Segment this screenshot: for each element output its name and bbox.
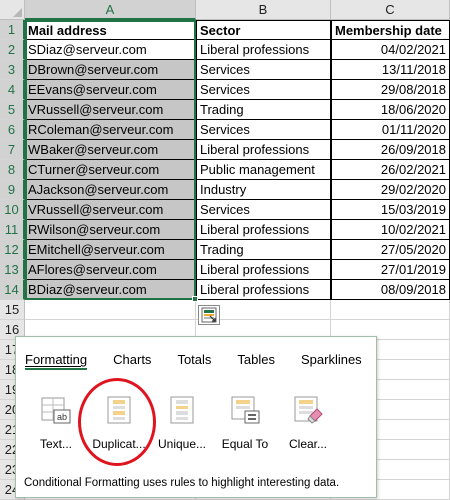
table-cell[interactable]: Industry [196,180,331,200]
text-contains-button[interactable]: ab Text... [26,392,86,452]
table-header-cell[interactable]: Sector [196,20,331,40]
tab-formatting[interactable]: Formatting [25,352,88,370]
svg-text:ab: ab [57,412,67,422]
table-cell[interactable]: WBaker@serveur.com [25,140,196,160]
table-cell[interactable]: Public management [196,160,331,180]
table-cell[interactable]: 27/01/2019 [331,260,450,280]
unique-values-icon [170,396,194,424]
row-header-1[interactable]: 1 [0,20,25,40]
clear-format-button[interactable]: Clear... [278,392,338,452]
table-cell[interactable]: Liberal professions [196,220,331,240]
text-contains-icon: ab [41,397,71,424]
duplicate-values-label: Duplicat... [92,437,146,451]
table-cell[interactable]: Services [196,120,331,140]
row-header-10[interactable]: 10 [0,200,25,220]
row-header-15[interactable]: 15 [0,300,25,320]
table-cell[interactable]: AJackson@serveur.com [25,180,196,200]
column-header-c[interactable]: C [331,0,450,20]
table-cell[interactable]: EMitchell@serveur.com [25,240,196,260]
table-cell[interactable]: SDiaz@serveur.com [25,40,196,60]
row-header-7[interactable]: 7 [0,140,25,160]
table-cell[interactable]: 29/08/2018 [331,80,450,100]
table-cell[interactable]: EEvans@serveur.com [25,80,196,100]
table-cell[interactable]: VRussell@serveur.com [25,100,196,120]
table-cell[interactable]: 04/02/2021 [331,40,450,60]
tab-tables[interactable]: Tables [237,352,275,370]
equal-to-icon [231,396,260,424]
tab-totals[interactable]: Totals [177,352,211,370]
row-header-8[interactable]: 8 [0,160,25,180]
table-cell[interactable]: CTurner@serveur.com [25,160,196,180]
row-header-2[interactable]: 2 [0,40,25,60]
table-cell[interactable]: Liberal professions [196,40,331,60]
row-header-14[interactable]: 14 [0,280,25,300]
quick-analysis-button[interactable] [198,305,220,325]
row-header-13[interactable]: 13 [0,260,25,280]
tab-sparklines[interactable]: Sparklines [301,352,362,370]
column-header-a[interactable]: A [25,0,196,20]
table-cell[interactable]: Liberal professions [196,280,331,300]
table-cell[interactable]: 26/09/2018 [331,140,450,160]
row-header-11[interactable]: 11 [0,220,25,240]
table-cell[interactable]: 26/02/2021 [331,160,450,180]
table-cell[interactable]: BDiaz@serveur.com [25,280,196,300]
row-header-12[interactable]: 12 [0,240,25,260]
table-cell[interactable]: Services [196,60,331,80]
equal-to-label: Equal To [221,437,269,451]
equal-to-button[interactable]: Equal To [215,392,275,452]
unique-values-label: Unique... [157,437,207,451]
quick-analysis-panel: Formatting Charts Totals Tables Sparklin… [15,336,377,498]
table-cell[interactable]: 15/03/2019 [331,200,450,220]
table-cell[interactable]: DBrown@serveur.com [25,60,196,80]
table-cell[interactable]: 27/05/2020 [331,240,450,260]
table-cell[interactable]: RColeman@serveur.com [25,120,196,140]
table-header-cell[interactable]: Membership date [331,20,450,40]
empty-cell[interactable] [331,300,450,320]
table-cell[interactable]: 13/11/2018 [331,60,450,80]
table-cell[interactable]: RWilson@serveur.com [25,220,196,240]
table-cell[interactable]: Trading [196,100,331,120]
empty-cell[interactable] [25,300,196,320]
table-cell[interactable]: Services [196,200,331,220]
clear-format-icon [294,396,323,424]
table-cell[interactable]: 10/02/2021 [331,220,450,240]
table-cell[interactable]: 18/06/2020 [331,100,450,120]
select-all-corner[interactable] [0,0,25,20]
table-cell[interactable]: 01/11/2020 [331,120,450,140]
clear-format-label: Clear... [288,437,327,451]
table-cell[interactable]: 29/02/2020 [331,180,450,200]
duplicate-values-button[interactable]: Duplicat... [89,392,149,452]
row-header-6[interactable]: 6 [0,120,25,140]
quick-analysis-icon [201,307,217,323]
row-header-3[interactable]: 3 [0,60,25,80]
fill-handle[interactable] [192,296,198,302]
table-cell[interactable]: Services [196,80,331,100]
table-cell[interactable]: Liberal professions [196,260,331,280]
text-contains-label: Text... [39,437,72,451]
quick-analysis-tabs: Formatting Charts Totals Tables Sparklin… [25,352,388,370]
table-cell[interactable]: Liberal professions [196,140,331,160]
table-cell[interactable]: AFlores@serveur.com [25,260,196,280]
table-cell[interactable]: VRussell@serveur.com [25,200,196,220]
formatting-options: ab Text... Duplicat... Unique... Equal T… [26,392,341,452]
unique-values-button[interactable]: Unique... [152,392,212,452]
row-header-9[interactable]: 9 [0,180,25,200]
tab-charts[interactable]: Charts [113,352,151,370]
table-header-cell[interactable]: Mail address [25,20,196,40]
row-header-4[interactable]: 4 [0,80,25,100]
panel-description: Conditional Formatting uses rules to hig… [24,477,340,489]
duplicate-values-icon [107,396,131,424]
column-header-b[interactable]: B [196,0,331,20]
row-header-5[interactable]: 5 [0,100,25,120]
table-cell[interactable]: 08/09/2018 [331,280,450,300]
table-cell[interactable]: Trading [196,240,331,260]
